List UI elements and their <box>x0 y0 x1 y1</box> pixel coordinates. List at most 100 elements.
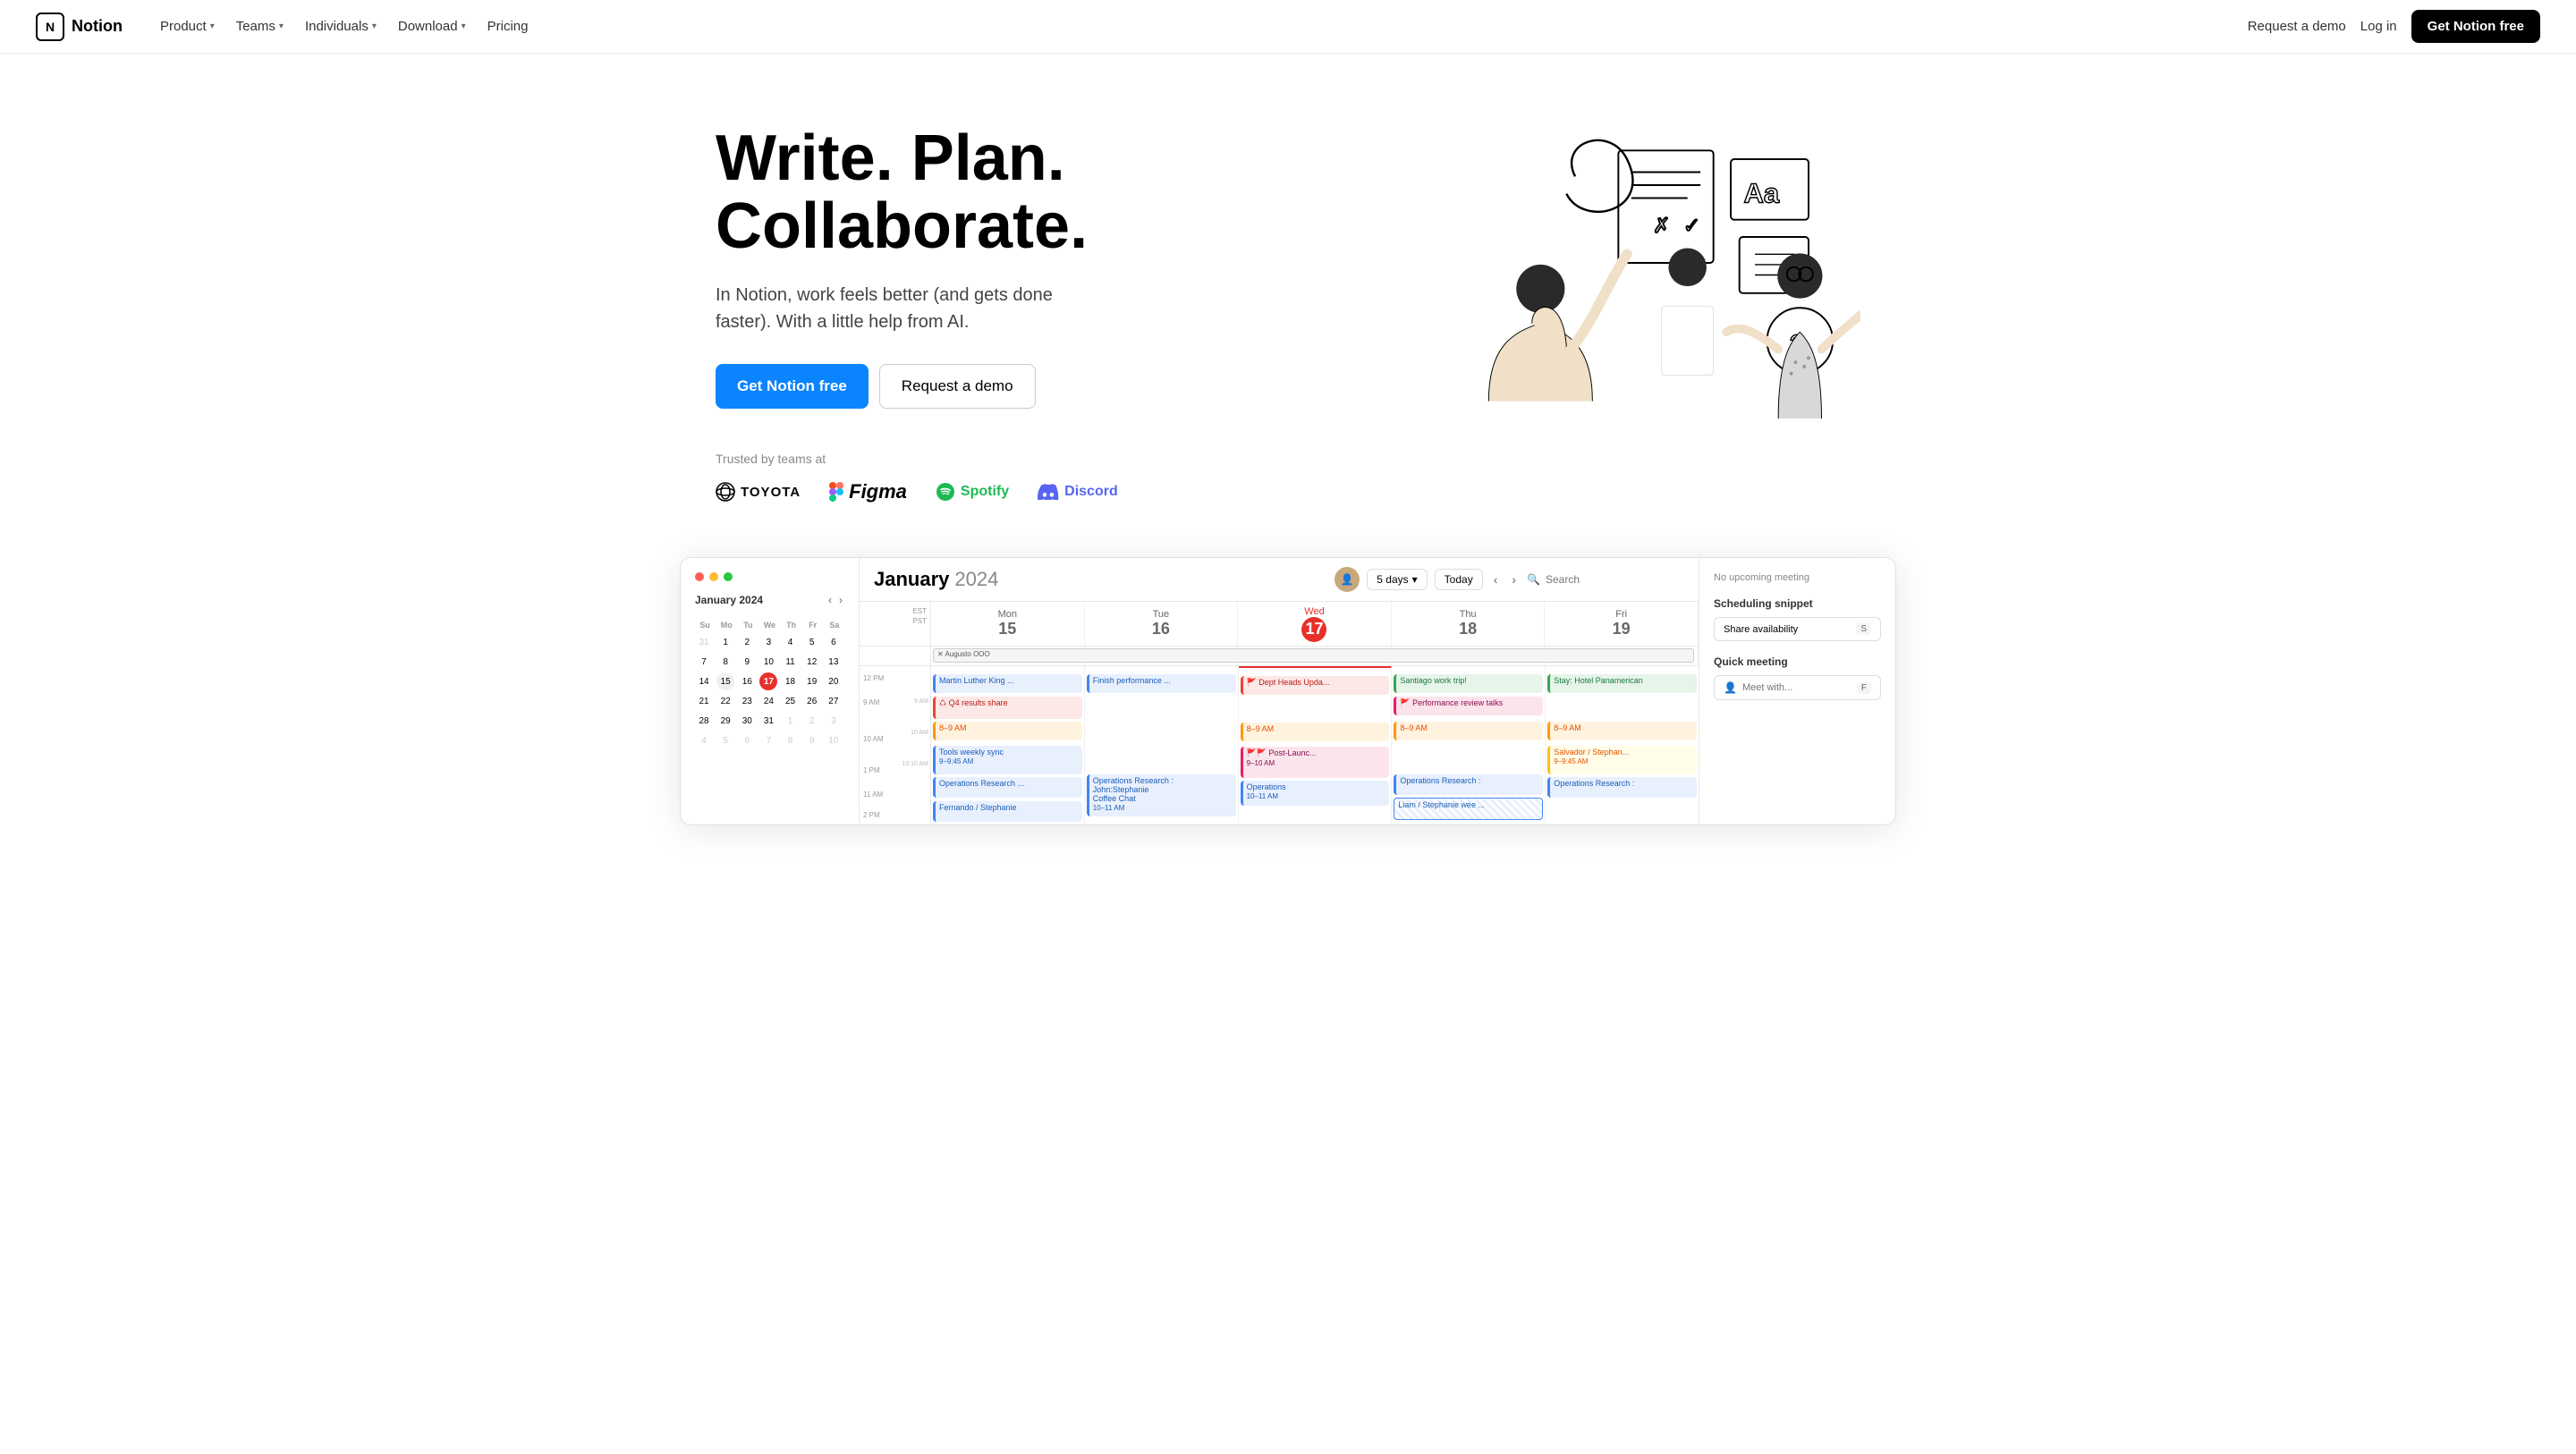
meet-with-input[interactable] <box>1742 682 1852 693</box>
day-cell[interactable]: 2 <box>803 712 821 730</box>
mini-cal-next-button[interactable]: › <box>837 592 844 608</box>
figma-logo: Figma <box>829 480 907 503</box>
maximize-window-dot[interactable] <box>724 572 733 581</box>
day-cell[interactable]: 10 <box>759 653 777 671</box>
close-window-dot[interactable] <box>695 572 704 581</box>
day-cell[interactable]: 27 <box>825 692 843 710</box>
search-input[interactable] <box>1546 573 1684 586</box>
nav-individuals[interactable]: Individuals ▾ <box>296 13 386 39</box>
event-ops-research-thu[interactable]: Operations Research : <box>1394 774 1543 795</box>
event-post-launch[interactable]: 🚩🚩 Post-Launc...9–10 AM <box>1241 747 1390 778</box>
minimize-window-dot[interactable] <box>709 572 718 581</box>
day-cell[interactable]: 25 <box>782 692 800 710</box>
event-8-9am-mon[interactable]: 8–9 AM <box>933 722 1082 740</box>
day-cell[interactable]: 13 <box>825 653 843 671</box>
day-cell[interactable]: 5 <box>803 633 821 651</box>
event-ops-research-mon[interactable]: Operations Research ... <box>933 777 1082 798</box>
day-cell[interactable]: 29 <box>716 712 734 730</box>
day-cell[interactable]: 20 <box>825 672 843 690</box>
days-view-button[interactable]: 5 days ▾ <box>1367 569 1427 590</box>
day-date: 19 <box>1613 620 1631 638</box>
event-liam-stephanie[interactable]: Liam / Stephanie wee ... <box>1394 798 1543 820</box>
get-notion-free-nav-button[interactable]: Get Notion free <box>2411 10 2540 43</box>
trusted-label: Trusted by teams at <box>716 452 1181 466</box>
day-cell[interactable]: 3 <box>759 633 777 651</box>
day-cell[interactable]: 4 <box>695 731 713 749</box>
hero-section: Write. Plan.Collaborate. In Notion, work… <box>644 54 1932 539</box>
logo-link[interactable]: N Notion <box>36 13 123 41</box>
mini-cal-prev-button[interactable]: ‹ <box>826 592 834 608</box>
day-cell-selected[interactable]: 15 <box>716 672 734 690</box>
day-cell[interactable]: 4 <box>782 633 800 651</box>
allday-event[interactable]: ✕ Augusto OOO <box>933 648 1694 663</box>
day-cell[interactable]: 7 <box>759 731 777 749</box>
no-meeting-section: No upcoming meeting <box>1714 572 1881 583</box>
get-notion-free-hero-button[interactable]: Get Notion free <box>716 364 869 409</box>
event-tools-weekly[interactable]: Tools weekly sync9–9:45 AM <box>933 746 1082 774</box>
day-cell[interactable]: 26 <box>803 692 821 710</box>
event-ops-research-tue[interactable]: Operations Research :John:StephanieCoffe… <box>1087 774 1236 817</box>
event-salvador-stephan[interactable]: Salvador / Stephan...9–9:45 AM <box>1547 746 1697 774</box>
event-martin-luther[interactable]: Martin Luther King ... <box>933 674 1082 693</box>
day-cell[interactable]: 19 <box>803 672 821 690</box>
day-cell[interactable]: 23 <box>738 692 756 710</box>
event-8-9am-wed[interactable]: 8–9 AM <box>1241 723 1390 741</box>
event-ops-research-fri[interactable]: Operations Research : <box>1547 777 1697 798</box>
nav-right: Request a demo Log in Get Notion free <box>2248 10 2540 43</box>
day-cell[interactable]: 6 <box>825 633 843 651</box>
days-label: 5 days <box>1377 573 1408 586</box>
day-cell[interactable]: 3 <box>825 712 843 730</box>
day-cell[interactable]: 28 <box>695 712 713 730</box>
nav-download[interactable]: Download ▾ <box>389 13 475 39</box>
day-cell[interactable]: 11 <box>782 653 800 671</box>
day-cell[interactable]: 18 <box>782 672 800 690</box>
cal-next-button[interactable]: › <box>1508 569 1520 590</box>
share-availability-button[interactable]: Share availability S <box>1714 617 1881 641</box>
day-cell[interactable]: 30 <box>738 712 756 730</box>
day-cell[interactable]: 31 <box>759 712 777 730</box>
svg-text:✓: ✓ <box>1683 214 1700 237</box>
day-cell[interactable]: 14 <box>695 672 713 690</box>
event-santiago-trip[interactable]: Santiago work trip! <box>1394 674 1543 693</box>
day-cell[interactable]: 9 <box>738 653 756 671</box>
chevron-down-icon: ▾ <box>1412 573 1418 586</box>
nav-teams[interactable]: Teams ▾ <box>227 13 292 39</box>
day-cell[interactable]: 1 <box>782 712 800 730</box>
request-demo-hero-button[interactable]: Request a demo <box>879 364 1036 409</box>
day-col-tue: Tue 16 <box>1085 602 1239 647</box>
day-cell[interactable]: 2 <box>738 633 756 651</box>
request-demo-nav-button[interactable]: Request a demo <box>2248 19 2346 34</box>
event-8-9am-thu[interactable]: 8–9 AM <box>1394 722 1543 740</box>
day-date: 18 <box>1459 620 1477 638</box>
cal-prev-button[interactable]: ‹ <box>1490 569 1502 590</box>
day-cell[interactable]: 22 <box>716 692 734 710</box>
day-cell[interactable]: 7 <box>695 653 713 671</box>
day-cell[interactable]: 10 <box>825 731 843 749</box>
day-cell[interactable]: 24 <box>759 692 777 710</box>
event-finish-perf[interactable]: Finish performance ... <box>1087 674 1236 693</box>
day-cell[interactable]: 12 <box>803 653 821 671</box>
day-cell[interactable]: 21 <box>695 692 713 710</box>
event-8-9am-fri[interactable]: 8–9 AM <box>1547 722 1697 740</box>
today-button[interactable]: Today <box>1435 569 1483 590</box>
event-hotel-stay[interactable]: Stay: Hotel Panamerican <box>1547 674 1697 693</box>
day-cell-today[interactable]: 17 <box>759 672 777 690</box>
login-button[interactable]: Log in <box>2360 19 2397 34</box>
day-label-sa: Sa <box>825 619 844 631</box>
day-cell[interactable]: 6 <box>738 731 756 749</box>
meet-key-badge: F <box>1857 682 1871 694</box>
day-cell[interactable]: 9 <box>803 731 821 749</box>
day-cell[interactable]: 5 <box>716 731 734 749</box>
nav-product[interactable]: Product ▾ <box>151 13 224 39</box>
day-cell[interactable]: 1 <box>716 633 734 651</box>
day-cell[interactable]: 16 <box>738 672 756 690</box>
event-operations-wed[interactable]: Operations10–11 AM <box>1241 781 1390 806</box>
event-dept-heads[interactable]: 🚩 Dept Heads Upda... <box>1241 676 1390 695</box>
event-fernando-stephanie[interactable]: Fernando / Stephanie <box>933 801 1082 822</box>
event-perf-review[interactable]: 🚩 Performance review talks <box>1394 697 1543 715</box>
day-cell[interactable]: 31 <box>695 633 713 651</box>
event-q4-results[interactable]: ♺ Q4 results share <box>933 697 1082 719</box>
day-cell[interactable]: 8 <box>716 653 734 671</box>
day-cell[interactable]: 8 <box>782 731 800 749</box>
nav-pricing[interactable]: Pricing <box>479 13 538 39</box>
